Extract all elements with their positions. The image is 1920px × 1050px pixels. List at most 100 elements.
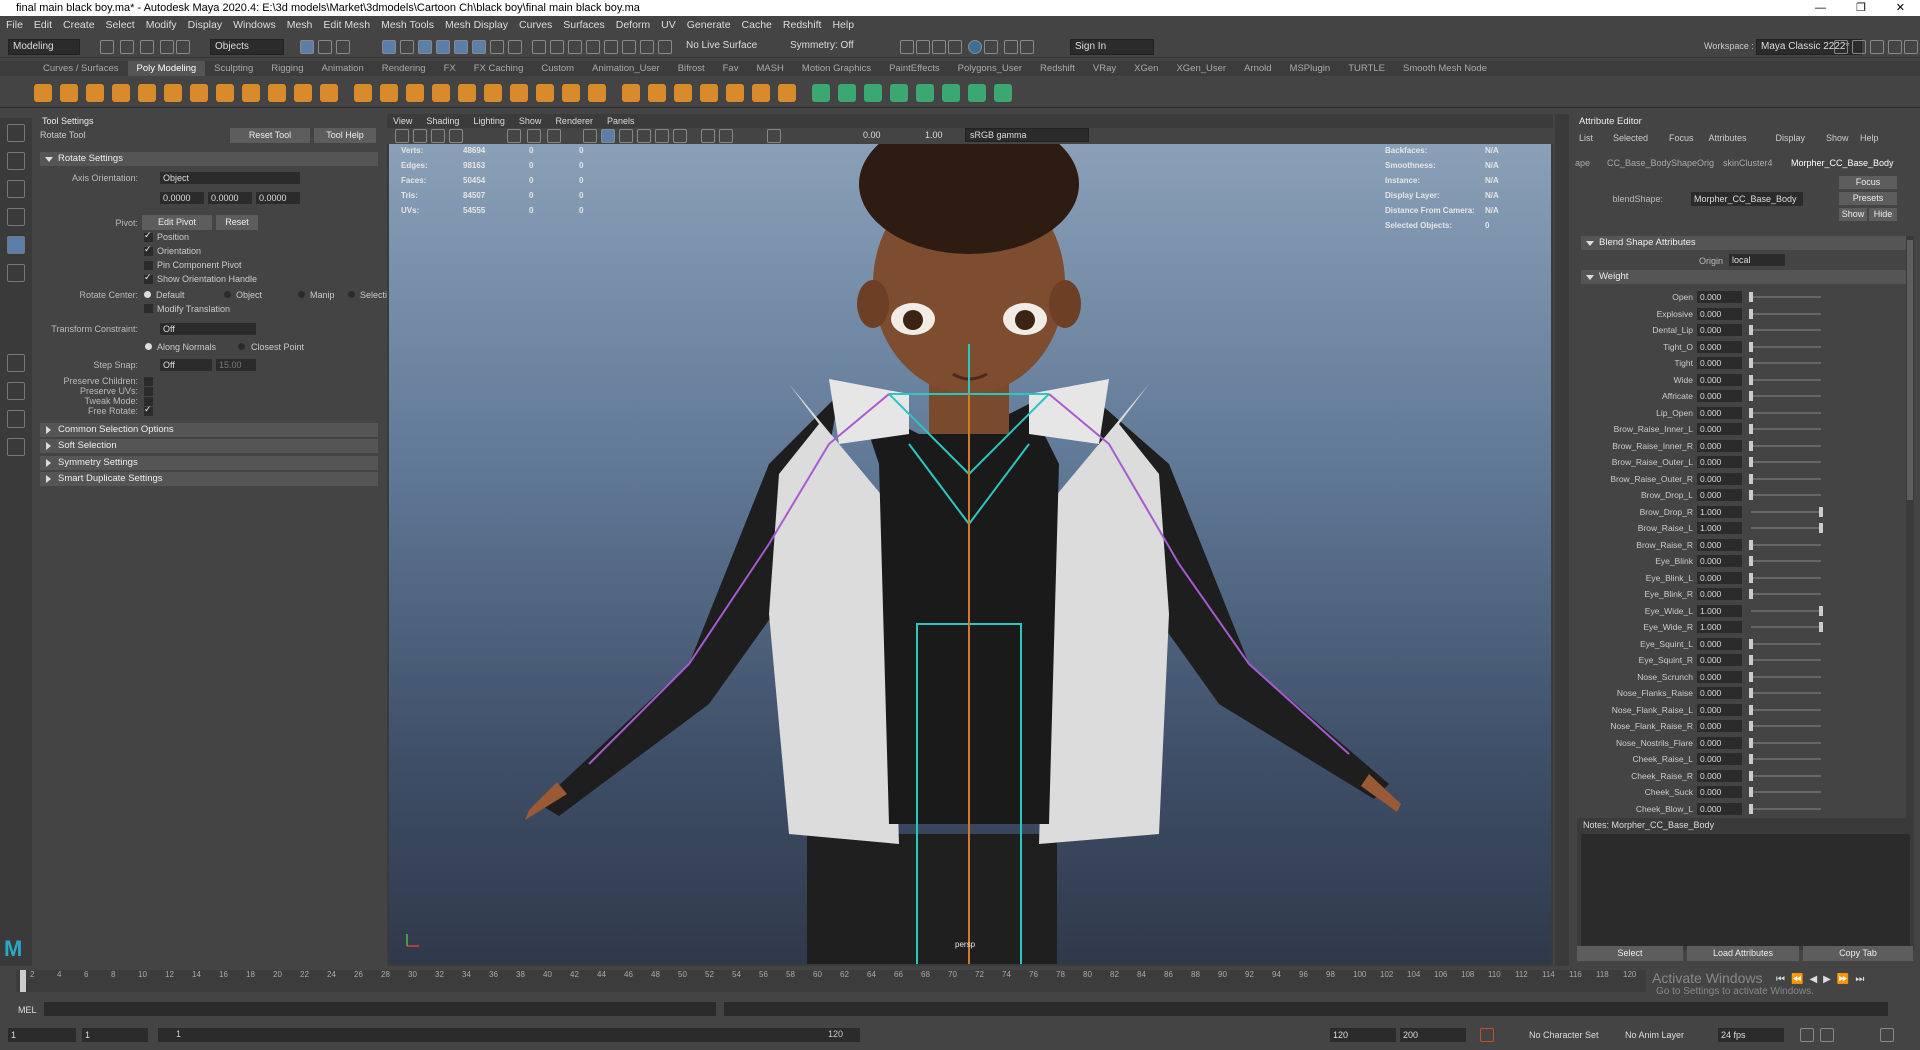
ae-tab-morpher-cc-base-body[interactable]: Morpher_CC_Base_Body: [1791, 158, 1895, 168]
menu-help[interactable]: Help: [832, 19, 854, 31]
eye-squint-r-slider[interactable]: [1751, 659, 1821, 661]
shelf-tab-rigging[interactable]: Rigging: [262, 61, 312, 76]
time-slider[interactable]: 2 4 6 8 10 12 14 16 18 20 22 24 26 28 30 32 34 36 38 40 42 44…: [0, 966, 1920, 997]
quad-draw-icon[interactable]: [674, 84, 692, 102]
menu-cache[interactable]: Cache: [742, 19, 772, 31]
transform-constraint-select[interactable]: Off: [160, 323, 256, 335]
free-rotate-checkbox[interactable]: [144, 404, 153, 416]
dental-lip-slider[interactable]: [1751, 329, 1821, 331]
eye-wide-l-slider-handle[interactable]: [1819, 605, 1823, 616]
eye-squint-r-field[interactable]: 0.000: [1697, 654, 1742, 666]
nose-scrunch-slider-handle[interactable]: [1749, 671, 1753, 682]
ae-menu-selected[interactable]: Selected: [1613, 133, 1648, 143]
single-perspective-layout-icon[interactable]: [7, 354, 25, 372]
eye-wide-r-field[interactable]: 1.000: [1697, 621, 1742, 633]
lip-open-field[interactable]: 0.000: [1697, 406, 1742, 419]
poly-disc-icon[interactable]: [190, 84, 208, 102]
menu-create[interactable]: Create: [63, 19, 95, 31]
minimize-button[interactable]: —: [1815, 0, 1826, 16]
planar-map-icon[interactable]: [838, 84, 856, 102]
nose-flanks-raise-field[interactable]: 0.000: [1697, 687, 1742, 699]
brow-raise-inner-r-slider-handle[interactable]: [1749, 440, 1753, 451]
reset-tool-button[interactable]: Reset Tool: [230, 128, 310, 143]
start-time-field[interactable]: 1: [8, 1028, 76, 1042]
eye-blink-l-slider-handle[interactable]: [1749, 572, 1753, 583]
mode-select[interactable]: Modeling: [8, 39, 80, 55]
poly-cube-icon[interactable]: [60, 84, 78, 102]
shelf-tab-xgen[interactable]: XGen: [1125, 61, 1167, 76]
brow-raise-inner-l-slider-handle[interactable]: [1749, 424, 1753, 434]
shadows-icon[interactable]: [673, 129, 687, 143]
nose-flank-raise-l-slider-handle[interactable]: [1749, 704, 1753, 715]
modeling-toolkit-icon[interactable]: [1834, 40, 1848, 54]
select-by-joint-icon[interactable]: [400, 40, 414, 54]
wide-slider-handle[interactable]: [1749, 374, 1753, 385]
viewport-menu-view[interactable]: View: [393, 114, 412, 128]
hypershade-icon[interactable]: [968, 40, 982, 54]
ae-menu-help[interactable]: Help: [1860, 133, 1879, 143]
nose-flank-raise-l-field[interactable]: 0.000: [1697, 703, 1742, 716]
cheek-blow-l-slider-handle[interactable]: [1749, 803, 1753, 814]
move-tool-icon[interactable]: [7, 208, 25, 226]
camera-map-icon[interactable]: [864, 84, 882, 102]
character-set-select[interactable]: No Character Set: [1526, 1028, 1612, 1042]
smooth-icon[interactable]: [406, 84, 424, 102]
weight-section[interactable]: Weight: [1581, 270, 1907, 284]
nose-flank-raise-r-slider-handle[interactable]: [1749, 721, 1753, 731]
snap-to-vertex-icon[interactable]: [658, 40, 672, 54]
ipr-render-icon[interactable]: [932, 40, 946, 54]
camera-attributes-icon[interactable]: [413, 129, 427, 143]
poly-cone-icon[interactable]: [112, 84, 130, 102]
menu-generate[interactable]: Generate: [687, 19, 731, 31]
poly-plane-icon[interactable]: [164, 84, 182, 102]
ae-menu-show[interactable]: Show: [1826, 133, 1849, 143]
wireframe-on-shaded-icon[interactable]: [619, 129, 633, 143]
select-button[interactable]: Select: [1577, 946, 1683, 961]
viewport-menu-show[interactable]: Show: [519, 114, 542, 128]
brow-raise-r-field[interactable]: 0.000: [1697, 538, 1742, 551]
tight-o-slider[interactable]: [1751, 345, 1821, 348]
rotate-tool-icon[interactable]: [7, 236, 25, 254]
axis-z-field[interactable]: 0.0000: [256, 192, 300, 204]
redo-icon[interactable]: [176, 40, 190, 54]
bevel-edges-icon[interactable]: [562, 84, 580, 102]
brow-raise-inner-l-field[interactable]: 0.000: [1697, 423, 1742, 435]
loop-icon[interactable]: [1800, 1028, 1814, 1042]
viewport-menu-shading[interactable]: Shading: [426, 114, 459, 128]
cheek-raise-l-slider-handle[interactable]: [1749, 754, 1753, 764]
preserve-children-checkbox[interactable]: [144, 377, 153, 386]
brow-raise-outer-l-slider[interactable]: [1751, 461, 1821, 463]
nose-flank-raise-l-slider[interactable]: [1751, 708, 1821, 711]
ae-tab-skincluster4[interactable]: skinCluster4: [1723, 158, 1787, 168]
cheek-raise-l-field[interactable]: 0.000: [1697, 753, 1742, 765]
common-selection-options-section[interactable]: Common Selection Options: [40, 423, 378, 437]
xray-icon[interactable]: [701, 129, 715, 143]
gamma-field[interactable]: 1.00: [925, 130, 943, 140]
lip-open-slider[interactable]: [1751, 411, 1821, 414]
step-back-key-icon[interactable]: ⏪: [1791, 974, 1803, 985]
undo-icon[interactable]: [160, 40, 174, 54]
nose-flank-raise-r-field[interactable]: 0.000: [1697, 720, 1742, 732]
step-snap-select[interactable]: Off: [160, 359, 212, 371]
axis-x-field[interactable]: 0.0000: [160, 192, 204, 204]
eye-blink-l-field[interactable]: 0.000: [1697, 571, 1742, 584]
eye-squint-l-slider[interactable]: [1751, 642, 1821, 645]
isolate-select-icon[interactable]: [767, 129, 781, 143]
brow-raise-outer-l-slider-handle[interactable]: [1749, 457, 1753, 467]
go-to-start-icon[interactable]: ⏮: [1776, 974, 1785, 985]
brow-raise-outer-l-field[interactable]: 0.000: [1697, 456, 1742, 468]
menu-edit-mesh[interactable]: Edit Mesh: [323, 19, 370, 31]
attribute-editor-toggle-icon[interactable]: [1852, 40, 1866, 54]
film-gate-icon[interactable]: [527, 129, 541, 143]
nose-nostrils-flare-slider[interactable]: [1751, 741, 1821, 744]
nose-scrunch-field[interactable]: 0.000: [1697, 670, 1742, 683]
shelf-tab-smooth-mesh-node[interactable]: Smooth Mesh Node: [1394, 61, 1496, 76]
shelf-tab-rendering[interactable]: Rendering: [373, 61, 435, 76]
select-object-icon[interactable]: [318, 40, 332, 54]
nose-flanks-raise-slider-handle[interactable]: [1749, 688, 1753, 698]
select-hierarchy-icon[interactable]: [300, 40, 314, 54]
range-slider[interactable]: 1 120: [158, 1028, 860, 1042]
snap-to-point-icon[interactable]: [568, 40, 582, 54]
lock-selection-icon[interactable]: [490, 40, 504, 54]
menu-mesh[interactable]: Mesh: [287, 19, 313, 31]
